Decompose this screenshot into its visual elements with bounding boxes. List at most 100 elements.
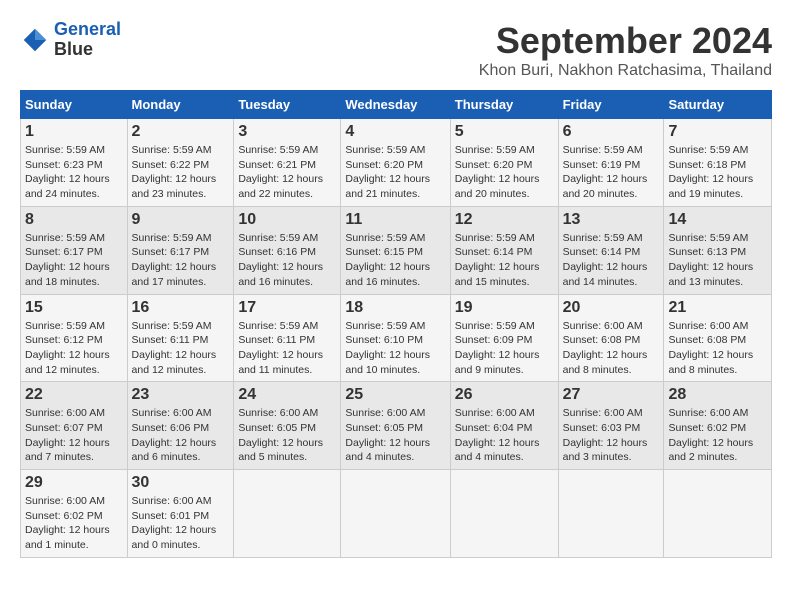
day-number: 12 xyxy=(455,211,554,229)
day-cell: 22 Sunrise: 6:00 AM Sunset: 6:07 PM Dayl… xyxy=(21,382,128,470)
day-info: Sunrise: 5:59 AM Sunset: 6:10 PM Dayligh… xyxy=(345,319,445,378)
day-info: Sunrise: 5:59 AM Sunset: 6:21 PM Dayligh… xyxy=(238,143,336,202)
day-cell: 9 Sunrise: 5:59 AM Sunset: 6:17 PM Dayli… xyxy=(127,206,234,294)
day-info: Sunrise: 5:59 AM Sunset: 6:12 PM Dayligh… xyxy=(25,319,123,378)
day-cell: 18 Sunrise: 5:59 AM Sunset: 6:10 PM Dayl… xyxy=(341,294,450,382)
day-cell: 27 Sunrise: 6:00 AM Sunset: 6:03 PM Dayl… xyxy=(558,382,664,470)
day-number: 17 xyxy=(238,299,336,317)
day-info: Sunrise: 5:59 AM Sunset: 6:19 PM Dayligh… xyxy=(563,143,660,202)
day-number: 23 xyxy=(132,386,230,404)
day-number: 11 xyxy=(345,211,445,229)
day-cell: 3 Sunrise: 5:59 AM Sunset: 6:21 PM Dayli… xyxy=(234,119,341,207)
day-info: Sunrise: 5:59 AM Sunset: 6:11 PM Dayligh… xyxy=(132,319,230,378)
day-cell: 17 Sunrise: 5:59 AM Sunset: 6:11 PM Dayl… xyxy=(234,294,341,382)
day-cell xyxy=(664,470,772,558)
day-number: 2 xyxy=(132,123,230,141)
day-cell: 29 Sunrise: 6:00 AM Sunset: 6:02 PM Dayl… xyxy=(21,470,128,558)
day-number: 8 xyxy=(25,211,123,229)
day-number: 18 xyxy=(345,299,445,317)
day-number: 3 xyxy=(238,123,336,141)
day-cell: 15 Sunrise: 5:59 AM Sunset: 6:12 PM Dayl… xyxy=(21,294,128,382)
day-cell: 12 Sunrise: 5:59 AM Sunset: 6:14 PM Dayl… xyxy=(450,206,558,294)
day-info: Sunrise: 6:00 AM Sunset: 6:07 PM Dayligh… xyxy=(25,406,123,465)
day-cell: 6 Sunrise: 5:59 AM Sunset: 6:19 PM Dayli… xyxy=(558,119,664,207)
header-cell-saturday: Saturday xyxy=(664,91,772,119)
location-title: Khon Buri, Nakhon Ratchasima, Thailand xyxy=(479,62,772,80)
day-info: Sunrise: 6:00 AM Sunset: 6:01 PM Dayligh… xyxy=(132,494,230,553)
day-cell xyxy=(558,470,664,558)
day-cell: 8 Sunrise: 5:59 AM Sunset: 6:17 PM Dayli… xyxy=(21,206,128,294)
day-info: Sunrise: 5:59 AM Sunset: 6:20 PM Dayligh… xyxy=(345,143,445,202)
week-row-1: 1 Sunrise: 5:59 AM Sunset: 6:23 PM Dayli… xyxy=(21,119,772,207)
day-cell: 23 Sunrise: 6:00 AM Sunset: 6:06 PM Dayl… xyxy=(127,382,234,470)
day-cell: 20 Sunrise: 6:00 AM Sunset: 6:08 PM Dayl… xyxy=(558,294,664,382)
day-info: Sunrise: 5:59 AM Sunset: 6:20 PM Dayligh… xyxy=(455,143,554,202)
day-number: 6 xyxy=(563,123,660,141)
day-number: 10 xyxy=(238,211,336,229)
day-number: 1 xyxy=(25,123,123,141)
day-cell: 1 Sunrise: 5:59 AM Sunset: 6:23 PM Dayli… xyxy=(21,119,128,207)
day-info: Sunrise: 5:59 AM Sunset: 6:09 PM Dayligh… xyxy=(455,319,554,378)
day-cell xyxy=(234,470,341,558)
header-cell-tuesday: Tuesday xyxy=(234,91,341,119)
day-cell: 21 Sunrise: 6:00 AM Sunset: 6:08 PM Dayl… xyxy=(664,294,772,382)
day-cell: 19 Sunrise: 5:59 AM Sunset: 6:09 PM Dayl… xyxy=(450,294,558,382)
logo: General Blue xyxy=(20,20,121,60)
day-info: Sunrise: 5:59 AM Sunset: 6:17 PM Dayligh… xyxy=(25,231,123,290)
day-info: Sunrise: 5:59 AM Sunset: 6:16 PM Dayligh… xyxy=(238,231,336,290)
header-cell-sunday: Sunday xyxy=(21,91,128,119)
day-number: 24 xyxy=(238,386,336,404)
calendar-body: 1 Sunrise: 5:59 AM Sunset: 6:23 PM Dayli… xyxy=(21,119,772,558)
day-info: Sunrise: 6:00 AM Sunset: 6:03 PM Dayligh… xyxy=(563,406,660,465)
logo-line2: Blue xyxy=(54,40,121,60)
day-info: Sunrise: 6:00 AM Sunset: 6:06 PM Dayligh… xyxy=(132,406,230,465)
day-cell: 7 Sunrise: 5:59 AM Sunset: 6:18 PM Dayli… xyxy=(664,119,772,207)
day-number: 7 xyxy=(668,123,767,141)
day-cell: 10 Sunrise: 5:59 AM Sunset: 6:16 PM Dayl… xyxy=(234,206,341,294)
day-cell: 16 Sunrise: 5:59 AM Sunset: 6:11 PM Dayl… xyxy=(127,294,234,382)
day-number: 14 xyxy=(668,211,767,229)
header-cell-wednesday: Wednesday xyxy=(341,91,450,119)
week-row-4: 22 Sunrise: 6:00 AM Sunset: 6:07 PM Dayl… xyxy=(21,382,772,470)
header-row: SundayMondayTuesdayWednesdayThursdayFrid… xyxy=(21,91,772,119)
logo-icon xyxy=(20,25,50,55)
day-number: 16 xyxy=(132,299,230,317)
header-cell-thursday: Thursday xyxy=(450,91,558,119)
day-number: 22 xyxy=(25,386,123,404)
logo-line1: General xyxy=(54,19,121,39)
day-number: 30 xyxy=(132,474,230,492)
day-info: Sunrise: 5:59 AM Sunset: 6:23 PM Dayligh… xyxy=(25,143,123,202)
day-number: 29 xyxy=(25,474,123,492)
day-cell: 13 Sunrise: 5:59 AM Sunset: 6:14 PM Dayl… xyxy=(558,206,664,294)
day-info: Sunrise: 6:00 AM Sunset: 6:02 PM Dayligh… xyxy=(25,494,123,553)
day-cell xyxy=(341,470,450,558)
week-row-5: 29 Sunrise: 6:00 AM Sunset: 6:02 PM Dayl… xyxy=(21,470,772,558)
day-number: 26 xyxy=(455,386,554,404)
day-cell: 5 Sunrise: 5:59 AM Sunset: 6:20 PM Dayli… xyxy=(450,119,558,207)
logo-text: General Blue xyxy=(54,20,121,60)
day-cell: 11 Sunrise: 5:59 AM Sunset: 6:15 PM Dayl… xyxy=(341,206,450,294)
day-number: 19 xyxy=(455,299,554,317)
day-cell: 28 Sunrise: 6:00 AM Sunset: 6:02 PM Dayl… xyxy=(664,382,772,470)
day-info: Sunrise: 6:00 AM Sunset: 6:02 PM Dayligh… xyxy=(668,406,767,465)
day-number: 9 xyxy=(132,211,230,229)
day-info: Sunrise: 5:59 AM Sunset: 6:14 PM Dayligh… xyxy=(455,231,554,290)
day-number: 5 xyxy=(455,123,554,141)
day-number: 13 xyxy=(563,211,660,229)
day-info: Sunrise: 6:00 AM Sunset: 6:05 PM Dayligh… xyxy=(238,406,336,465)
calendar-header: SundayMondayTuesdayWednesdayThursdayFrid… xyxy=(21,91,772,119)
day-info: Sunrise: 6:00 AM Sunset: 6:08 PM Dayligh… xyxy=(563,319,660,378)
week-row-3: 15 Sunrise: 5:59 AM Sunset: 6:12 PM Dayl… xyxy=(21,294,772,382)
day-info: Sunrise: 5:59 AM Sunset: 6:18 PM Dayligh… xyxy=(668,143,767,202)
title-section: September 2024 Khon Buri, Nakhon Ratchas… xyxy=(479,20,772,80)
day-number: 20 xyxy=(563,299,660,317)
day-cell xyxy=(450,470,558,558)
day-number: 27 xyxy=(563,386,660,404)
header-cell-friday: Friday xyxy=(558,91,664,119)
day-cell: 24 Sunrise: 6:00 AM Sunset: 6:05 PM Dayl… xyxy=(234,382,341,470)
day-info: Sunrise: 5:59 AM Sunset: 6:22 PM Dayligh… xyxy=(132,143,230,202)
day-cell: 2 Sunrise: 5:59 AM Sunset: 6:22 PM Dayli… xyxy=(127,119,234,207)
day-info: Sunrise: 5:59 AM Sunset: 6:13 PM Dayligh… xyxy=(668,231,767,290)
day-cell: 26 Sunrise: 6:00 AM Sunset: 6:04 PM Dayl… xyxy=(450,382,558,470)
page-header: General Blue September 2024 Khon Buri, N… xyxy=(20,20,772,80)
